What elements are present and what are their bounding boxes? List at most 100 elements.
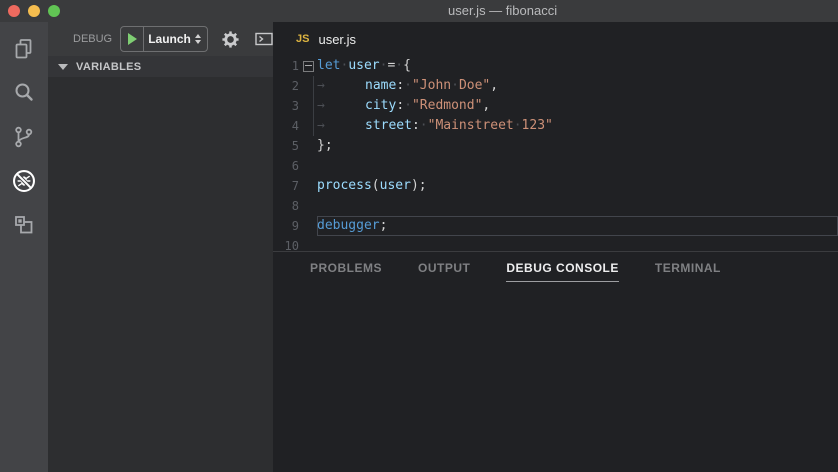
variables-list (48, 77, 273, 472)
code-token: ( (372, 178, 380, 193)
fold-icon[interactable] (299, 56, 317, 76)
line-number[interactable]: 1 (273, 56, 299, 76)
code-text[interactable] (317, 156, 838, 176)
code-token: , (490, 78, 498, 93)
line-number[interactable]: 5 (273, 136, 299, 156)
zoom-window-button[interactable] (48, 5, 60, 17)
code-token: city (365, 98, 396, 113)
close-window-button[interactable] (8, 5, 20, 17)
section-expand-icon[interactable] (58, 64, 68, 70)
code-token: debugger (317, 218, 380, 233)
fold-column (299, 196, 317, 216)
javascript-file-icon: JS (296, 33, 309, 45)
code-token: let (317, 58, 340, 73)
code-line: 2→name:·"John·Doe", (273, 76, 838, 96)
code-token: : (412, 118, 420, 133)
code-text[interactable]: let·user·=·{ (317, 56, 838, 76)
fold-column (299, 156, 317, 176)
explorer-icon[interactable] (0, 27, 48, 71)
panel-tab-terminal[interactable]: TERMINAL (655, 261, 721, 282)
fold-column (299, 236, 317, 251)
code-token: : (396, 98, 404, 113)
panel-tab-bar: PROBLEMS OUTPUT DEBUG CONSOLE TERMINAL (273, 252, 838, 282)
code-token: name (365, 78, 396, 93)
window-title: user.js — fibonacci (448, 0, 557, 22)
code-line: 7 process(user); (273, 176, 838, 196)
code-token: · (420, 118, 428, 133)
variables-section-header[interactable]: VARIABLES (48, 56, 273, 77)
code-text[interactable]: →street:·"Mainstreet·123" (317, 116, 838, 136)
bottom-panel: PROBLEMS OUTPUT DEBUG CONSOLE TERMINAL (273, 251, 838, 472)
code-text[interactable]: →city:·"Redmond", (317, 96, 838, 116)
editor-code-area[interactable]: 1let·user·=·{2→name:·"John·Doe",3→city:·… (273, 56, 838, 251)
line-number[interactable]: 9 (273, 216, 299, 236)
debug-view-title: DEBUG (73, 33, 112, 45)
code-token: }; (317, 138, 333, 153)
code-token: Doe" (459, 78, 490, 93)
launch-config-dropdown[interactable]: Launch (120, 26, 208, 52)
panel-tab-debug-console[interactable]: DEBUG CONSOLE (506, 261, 619, 282)
code-text[interactable]: }; (317, 136, 838, 156)
fold-column (299, 216, 317, 236)
start-debug-icon[interactable] (128, 33, 137, 45)
line-number[interactable]: 10 (273, 236, 299, 251)
tab-user-js[interactable]: JS user.js (273, 22, 356, 56)
search-icon[interactable] (0, 71, 48, 115)
line-number[interactable]: 4 (273, 116, 299, 136)
code-token: "Mainstreet (428, 118, 514, 133)
panel-tab-problems[interactable]: PROBLEMS (310, 261, 382, 282)
fold-column (299, 136, 317, 156)
whitespace-tab-icon: → (317, 96, 365, 116)
titlebar: user.js — fibonacci (0, 0, 838, 22)
line-number[interactable]: 6 (273, 156, 299, 176)
fold-column (299, 176, 317, 196)
code-line: 8 (273, 196, 838, 216)
code-text[interactable]: →name:·"John·Doe", (317, 76, 838, 96)
code-token: { (403, 58, 411, 73)
code-token: "Redmond" (412, 98, 482, 113)
fold-column (299, 96, 317, 116)
debug-toolbar: DEBUG Launch (48, 22, 273, 56)
whitespace-tab-icon: → (317, 76, 365, 96)
code-line: 5}; (273, 136, 838, 156)
line-number[interactable]: 8 (273, 196, 299, 216)
code-text[interactable] (317, 196, 838, 216)
code-token: ); (411, 178, 427, 193)
panel-tab-output[interactable]: OUTPUT (418, 261, 470, 282)
fold-column (299, 116, 317, 136)
tab-label: user.js (318, 32, 356, 47)
debug-icon[interactable] (0, 159, 48, 203)
open-debug-console-icon[interactable] (255, 32, 273, 46)
code-text[interactable]: process(user); (317, 176, 838, 196)
line-number[interactable]: 3 (273, 96, 299, 116)
code-token: · (514, 118, 522, 133)
code-text[interactable] (317, 236, 838, 251)
code-token: · (451, 78, 459, 93)
code-token: 123" (522, 118, 553, 133)
code-token: street (365, 118, 412, 133)
code-token: "John (412, 78, 451, 93)
source-control-icon[interactable] (0, 115, 48, 159)
code-token: process (317, 178, 372, 193)
editor-tab-bar: JS user.js (273, 22, 838, 56)
code-line: 1 let·user·=·{ (273, 56, 838, 76)
line-number[interactable]: 2 (273, 76, 299, 96)
activity-bar (0, 22, 48, 472)
minimize-window-button[interactable] (28, 5, 40, 17)
code-token: : (396, 78, 404, 93)
debug-sidebar: DEBUG Launch (48, 22, 273, 472)
extensions-icon[interactable] (0, 203, 48, 247)
code-token: , (482, 98, 490, 113)
code-line: 10 (273, 236, 838, 251)
configure-gear-icon[interactable] (221, 30, 240, 49)
window-controls (0, 5, 60, 17)
code-token: · (404, 98, 412, 113)
launch-config-value: Launch (144, 32, 195, 46)
editor-group: JS user.js 1let·user·=·{2→name:·"John·Do… (273, 22, 838, 472)
code-text[interactable]: debugger; (317, 216, 838, 236)
line-number[interactable]: 7 (273, 176, 299, 196)
fold-column (299, 76, 317, 96)
code-line: 9 debugger; (273, 216, 838, 236)
code-token: ; (380, 218, 388, 233)
code-token: user (348, 58, 379, 73)
